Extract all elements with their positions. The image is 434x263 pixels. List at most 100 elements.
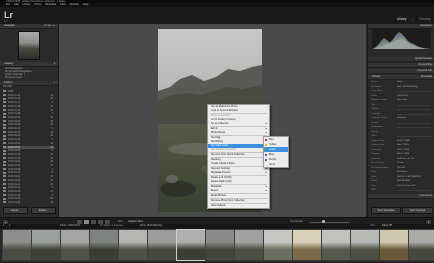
filmstrip-thumbnail[interactable]	[205, 229, 236, 261]
metadata-value[interactable]: 10:42:17 AM	[397, 140, 409, 143]
metadata-value[interactable]: 4912 x 7360	[397, 153, 409, 156]
add-folder-icon[interactable]: +	[53, 81, 55, 85]
navigator-header[interactable]: Navigator FIT FILL 1:1	[0, 24, 58, 29]
context-menu-item[interactable]: Export ▸	[208, 189, 269, 193]
comments-header[interactable]: Comments	[368, 194, 434, 199]
context-menu-item[interactable]: Photo Merge ▸	[208, 131, 269, 135]
context-menu-item[interactable]: Lock to Second Window	[208, 109, 269, 113]
filmstrip-thumbnail[interactable]	[321, 229, 352, 261]
folder-row[interactable]: 2015-01-24 12	[3, 109, 55, 112]
sync-settings-button[interactable]: Sync Settings	[402, 207, 433, 214]
folder-row[interactable]: 2015-04-26 15	[3, 201, 55, 204]
folder-row[interactable]: 2015-03-08 6	[3, 149, 55, 152]
folder-row[interactable]: 2015-04-11 25	[3, 183, 55, 186]
filmstrip-thumbnail[interactable]	[31, 229, 62, 261]
keyword-list-header[interactable]: Keyword List	[368, 69, 434, 74]
folder-row[interactable]: 2015-01-25 7	[3, 112, 55, 115]
folder-row[interactable]: 2015-04-12 9	[3, 186, 55, 189]
metadata-value[interactable]: None	[397, 81, 402, 84]
catalog-item-previous-import[interactable]: Previous Import	[5, 76, 23, 79]
navigator-zoom[interactable]: FIT FILL 1:1	[44, 24, 55, 28]
metadata-preset[interactable]: Default	[372, 75, 380, 79]
folder-row[interactable]: 2015-02-08 24	[3, 123, 55, 126]
metadata-value[interactable]: Up to date	[397, 99, 407, 102]
metadata-field[interactable]	[397, 190, 431, 191]
metadata-value[interactable]: Mar 7, 2015	[397, 144, 409, 147]
folder-row[interactable]: 2015-02-07 19	[3, 120, 55, 123]
context-menu-item[interactable]: Rotate Right (CW)	[208, 180, 269, 184]
filmstrip-thumbnail[interactable]	[379, 229, 410, 261]
folder-row[interactable]: 2015-04-05 12	[3, 179, 55, 182]
thumbnail-size-slider[interactable]	[310, 221, 350, 223]
metadata-field[interactable]	[397, 109, 431, 110]
filmstrip-thumbnail[interactable]	[60, 229, 91, 261]
filmstrip-thumbnail[interactable]	[147, 229, 178, 261]
color-label-item[interactable]: None	[264, 162, 288, 167]
filmstrip-thumbnail[interactable]	[292, 229, 323, 261]
metadata-value[interactable]: 2015-03-07	[397, 95, 408, 98]
folder-row[interactable]: 2015-01-11 16	[3, 94, 55, 97]
folder-row[interactable]: 2015-02-01 30	[3, 116, 55, 119]
filmstrip-thumbnail[interactable]	[2, 229, 33, 261]
sync-metadata-button[interactable]: Sync Metadata	[371, 207, 401, 214]
metadata-field[interactable]	[397, 136, 431, 137]
context-menu-item[interactable]: Email Photos...	[208, 194, 269, 198]
import-button[interactable]: Import...	[3, 207, 28, 214]
filmstrip-thumbnail[interactable]	[234, 229, 265, 261]
context-menu-item[interactable]: Remove from Quick Collection	[208, 153, 269, 157]
context-menu-item[interactable]: View Options	[208, 204, 269, 208]
metadata-field[interactable]	[397, 113, 431, 115]
folder-row[interactable]: 2015-03-21 10	[3, 160, 55, 163]
module-develop[interactable]: Develop	[419, 17, 431, 21]
keywording-header[interactable]: Keywording	[368, 63, 434, 68]
folder-row[interactable]: 2015-02-15 11	[3, 131, 55, 134]
folder-row[interactable]: 2015-04-04 16	[3, 175, 55, 178]
folder-row[interactable]: 2015-02-14 5	[3, 127, 55, 130]
metadata-value[interactable]: NIKON CORPORATION	[397, 176, 421, 179]
folder-row[interactable]: 2015-02-21 33	[3, 134, 55, 137]
navigator-preview[interactable]	[18, 31, 40, 60]
context-menu-item[interactable]: Create Virtual Copies	[208, 162, 269, 166]
metadata-value[interactable]: Unknown	[397, 117, 406, 120]
filmstrip-thumbnail[interactable]	[176, 229, 207, 261]
metadata-field[interactable]	[397, 122, 431, 124]
thumbnail-size-handle[interactable]	[322, 220, 325, 223]
folder-row[interactable]: 2015-03-28 4	[3, 168, 55, 171]
metadata-value[interactable]: 1/160 sec at f / 11	[397, 158, 414, 161]
folder-row[interactable]: 2015-02-22 9	[3, 138, 55, 141]
folder-row[interactable]: 2015-03-29 8	[3, 171, 55, 174]
metadata-field[interactable]	[397, 104, 431, 106]
metadata-value[interactable]: 24 mm	[397, 162, 404, 165]
folder-row[interactable]: 2015	[3, 90, 55, 93]
folders-volume[interactable]: MOVIES	[3, 86, 12, 89]
metadata-value[interactable]: · · · · ·	[397, 131, 403, 134]
filmstrip-thumbnail[interactable]	[118, 229, 149, 261]
filmstrip-thumbnail[interactable]	[350, 229, 381, 261]
export-button[interactable]: Export...	[31, 207, 56, 214]
metadata-field[interactable]	[397, 127, 431, 128]
filmstrip-thumbnail[interactable]	[408, 229, 434, 261]
filmstrip-thumbnail[interactable]	[263, 229, 294, 261]
context-menu-item[interactable]: Metadata Presets ▸	[208, 171, 269, 175]
context-menu-item[interactable]: Remove Photo from Collection	[208, 199, 269, 203]
filmstrip-thumbnail[interactable]	[89, 229, 120, 261]
folder-row[interactable]: 2015-03-14 18	[3, 153, 55, 156]
metadata-field[interactable]	[397, 91, 431, 92]
folder-row[interactable]: 2015-03-22 13	[3, 164, 55, 167]
folder-row[interactable]: 2015-03-01 14	[3, 142, 55, 145]
folder-row[interactable]: 2015-01-18 41	[3, 105, 55, 108]
quick-develop-header[interactable]: Quick Develop	[368, 57, 434, 62]
metadata-value[interactable]: 4912 x 7360	[397, 149, 409, 152]
folder-row[interactable]: 2015-04-19 3	[3, 194, 55, 197]
metadata-value[interactable]: Did not fire	[397, 171, 408, 174]
folder-row[interactable]: 2015-01-15 22	[3, 97, 55, 100]
folder-row[interactable]: 2015-04-25 20	[3, 197, 55, 200]
context-menu-item[interactable]: Go to Collection ▸	[208, 122, 269, 126]
metadata-value[interactable]: ISO 100	[397, 167, 405, 170]
metadata-value[interactable]: NIKON D810	[397, 180, 410, 183]
metadata-header[interactable]: Default Metadata	[368, 75, 434, 80]
folder-row[interactable]: 2015-03-15 21	[3, 157, 55, 160]
metadata-value[interactable]: 24.0-70.0 mm f/2.8	[397, 185, 415, 188]
folder-row[interactable]: 2015-03-07 27	[3, 145, 55, 149]
metadata-value[interactable]: DSC_1823-HDR.dng	[397, 86, 417, 89]
